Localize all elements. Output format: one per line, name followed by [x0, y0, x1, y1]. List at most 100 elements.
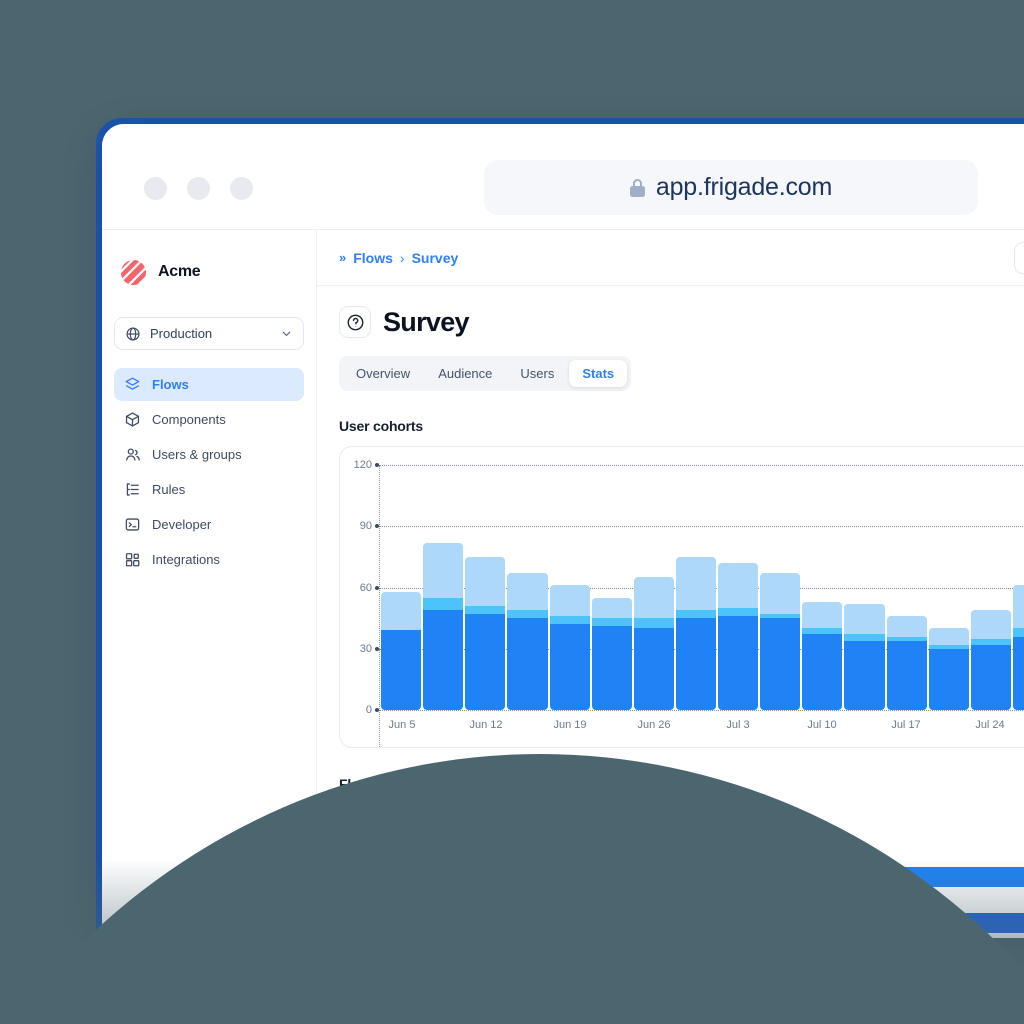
x-axis-tick-label: Jun 26	[637, 719, 671, 731]
sidebar-item-flows[interactable]: Flows	[114, 368, 304, 401]
table-row[interactable]: step-name 100%	[339, 854, 1024, 900]
chart-bar[interactable]	[507, 573, 548, 710]
breadcrumb-expand-icon[interactable]: »	[339, 250, 346, 265]
content-area: Survey Overview Audience Users Stats Use…	[317, 286, 1024, 938]
breadcrumb-current[interactable]: Survey	[412, 250, 459, 266]
chart-bar[interactable]	[675, 556, 716, 710]
rules-icon	[126, 483, 139, 496]
environment-selector[interactable]: Production	[114, 317, 304, 350]
step-completed-value: 83%	[481, 916, 507, 930]
chart-bar[interactable]	[591, 597, 632, 710]
minimize-window-button[interactable]	[187, 177, 210, 200]
flow-steps-section: Flow steps Step name Completed step-name…	[339, 776, 1024, 938]
browser-window-frame: app.frigade.com Acme Production Flows Co…	[96, 118, 1024, 938]
chart-bar-segment	[928, 628, 969, 645]
y-axis-tick-label: 90	[359, 520, 372, 533]
traffic-lights	[144, 177, 253, 200]
chart-bar[interactable]	[844, 603, 885, 710]
chart-bar[interactable]	[886, 616, 927, 710]
sidebar-item-users-groups[interactable]: Users & groups	[114, 438, 304, 471]
chart-bar-segment	[928, 648, 969, 710]
layers-icon	[125, 377, 140, 390]
chart-bar-segment	[423, 609, 464, 710]
sidebar-item-rules[interactable]: Rules	[114, 473, 304, 506]
x-axis-tick-spacer: .	[507, 719, 549, 731]
url-text: app.frigade.com	[655, 173, 833, 201]
app-body: Acme Production Flows Components Users &…	[102, 230, 1024, 938]
tab-users[interactable]: Users	[507, 360, 567, 387]
sidebar-item-label: Components	[152, 412, 226, 427]
chart-bar-segment	[549, 616, 590, 625]
tab-audience[interactable]: Audience	[425, 360, 505, 387]
sidebar-item-integrations[interactable]: Integrations	[114, 543, 304, 576]
address-bar[interactable]: app.frigade.com	[484, 160, 978, 215]
x-axis-tick-spacer: .	[1011, 719, 1024, 731]
chart-bar-segment	[381, 630, 422, 710]
sidebar-item-components[interactable]: Components	[114, 403, 304, 436]
chart-bar-segment	[591, 597, 632, 619]
step-progress-bar	[591, 913, 1024, 933]
chart-bar[interactable]	[802, 601, 843, 710]
chart-bar[interactable]	[1012, 585, 1024, 710]
close-window-button[interactable]	[144, 177, 167, 200]
x-axis-tick-spacer: .	[591, 719, 633, 731]
sidebar-item-label: Developer	[152, 517, 212, 532]
sidebar-item-label: Users & groups	[152, 447, 242, 462]
x-axis-tick-spacer: .	[675, 719, 717, 731]
maximize-window-button[interactable]	[230, 177, 253, 200]
brand-name: Acme	[158, 263, 201, 280]
chart-bar-segment	[507, 573, 548, 610]
chart-bar-segment	[507, 618, 548, 710]
users-icon	[126, 448, 140, 461]
chart-plot-area: 0306090120 Jun 5.Jun 12.Jun 19.Jun 26.Ju…	[340, 459, 1024, 747]
chart-bar[interactable]	[465, 556, 506, 710]
chart-bar-segment	[970, 644, 1011, 710]
chart-bar[interactable]	[381, 591, 422, 710]
sidebar-item-developer[interactable]: Developer	[114, 508, 304, 541]
column-header-step-name: Step name	[339, 824, 400, 838]
chart-bar-segment	[802, 601, 843, 629]
page-title: Survey	[383, 306, 470, 337]
chart-bar[interactable]	[423, 542, 464, 710]
brand[interactable]: Acme	[114, 252, 304, 292]
breadcrumb-root[interactable]: Flows	[353, 250, 393, 266]
x-axis-tick-label: Jun 5	[388, 719, 416, 731]
step-name-link[interactable]: step-name	[339, 870, 481, 884]
search-input[interactable]: Search	[1014, 242, 1024, 274]
x-axis-tick-label: Jun 19	[553, 719, 587, 731]
integrations-icon	[125, 553, 140, 567]
user-cohorts-chart-card: 0306090120 Jun 5.Jun 12.Jun 19.Jun 26.Ju…	[339, 446, 1024, 748]
y-axis-tick-label: 120	[353, 459, 372, 471]
chart-bar-segment	[591, 626, 632, 710]
sidebar-item-label: Integrations	[152, 552, 220, 567]
tab-overview[interactable]: Overview	[343, 360, 423, 387]
sidebar: Acme Production Flows Components Users &…	[102, 230, 317, 938]
chart-bar[interactable]	[633, 577, 674, 710]
chart-bar-segment	[1012, 585, 1024, 629]
chart-bar-segment	[760, 618, 801, 710]
chart-bar[interactable]	[760, 573, 801, 710]
breadcrumb-separator: ›	[399, 249, 405, 266]
table-header-row: Step name Completed	[339, 808, 1024, 854]
chart-bar-segment	[886, 636, 927, 641]
chart-bar-segment	[1012, 628, 1024, 637]
chart-bar-segment	[423, 597, 464, 610]
y-axis-tick-label: 60	[359, 581, 372, 594]
chart-x-labels: Jun 5. Jun 12. Jun 19. Jun 26. Jul 3. Jul 10.…	[381, 719, 1024, 731]
chart-y-axis	[379, 465, 380, 747]
chart-bar-segment	[381, 591, 422, 631]
tab-stats[interactable]: Stats	[569, 360, 628, 387]
chart-bar[interactable]	[970, 609, 1011, 710]
top-bar: » Flows › Survey Search	[317, 230, 1024, 286]
chart-bar[interactable]	[549, 585, 590, 710]
chart-bar-segment	[633, 628, 674, 710]
browser-window: app.frigade.com Acme Production Flows Co…	[102, 124, 1024, 938]
tab-bar: Overview Audience Users Stats	[339, 356, 632, 391]
x-axis-tick-label: Jul 3	[726, 719, 750, 731]
chart-bar[interactable]	[718, 563, 759, 710]
x-axis-tick-label: Jul 24	[975, 719, 1005, 731]
chart-bar-segment	[760, 573, 801, 615]
flow-steps-table: Step name Completed step-name 100% 83%	[339, 808, 1024, 938]
table-row[interactable]: 83%	[339, 900, 1024, 938]
chart-bar[interactable]	[928, 628, 969, 710]
